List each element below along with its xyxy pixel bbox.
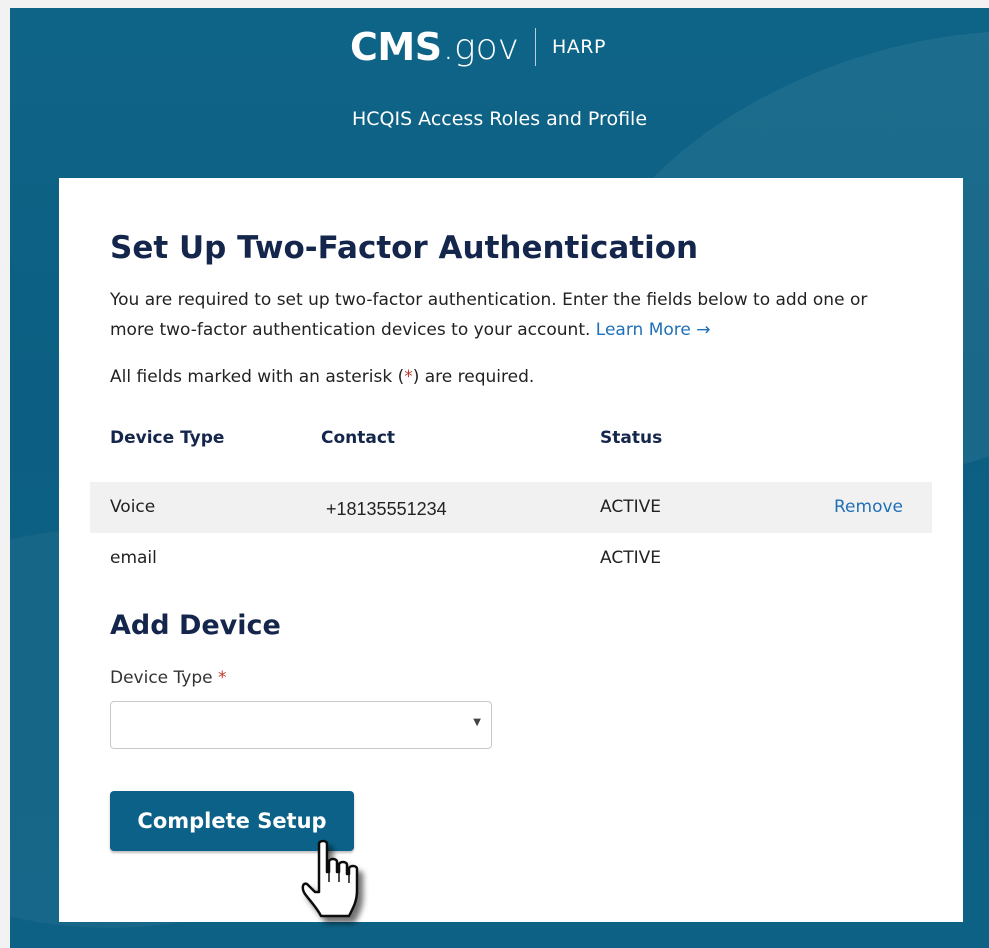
intro-body: You are required to set up two-factor au…	[110, 290, 868, 340]
cms-harp-logo: CMS .gov HARP	[350, 22, 606, 72]
logo-divider	[534, 28, 536, 66]
arrow-right-icon: →	[696, 320, 711, 340]
column-header-status: Status	[600, 428, 663, 448]
required-note-prefix: All fields marked with an asterisk (	[110, 367, 405, 387]
logo-harp: HARP	[551, 36, 606, 58]
cell-device-type: email	[110, 548, 157, 568]
learn-more-label: Learn More	[595, 320, 691, 340]
add-device-heading: Add Device	[110, 610, 281, 641]
device-type-select[interactable]: ▼	[110, 701, 492, 749]
device-type-label-text: Device Type	[110, 668, 213, 688]
remove-device-link[interactable]: Remove	[834, 497, 903, 517]
caret-down-icon: ▼	[473, 717, 481, 728]
required-fields-note: All fields marked with an asterisk (*) a…	[110, 367, 534, 387]
required-note-suffix: ) are required.	[412, 367, 535, 387]
page-header-background: CMS .gov HARP HCQIS Access Roles and Pro…	[10, 8, 989, 948]
column-header-device-type: Device Type	[110, 428, 225, 448]
required-asterisk: *	[404, 367, 413, 387]
cell-status: ACTIVE	[600, 548, 661, 568]
table-row: email ACTIVE	[90, 533, 932, 584]
intro-text: You are required to set up two-factor au…	[110, 285, 900, 345]
cell-device-type: Voice	[110, 497, 156, 517]
logo-cms: CMS	[350, 25, 442, 69]
learn-more-link[interactable]: Learn More →	[596, 320, 711, 340]
cell-contact: +18135551234	[326, 499, 447, 519]
cell-status: ACTIVE	[600, 497, 661, 517]
required-asterisk: *	[218, 668, 227, 688]
hand-pointer-icon	[301, 839, 359, 918]
device-type-label: Device Type *	[110, 668, 227, 688]
column-header-contact: Contact	[321, 428, 396, 448]
table-row: Voice +18135551234 ACTIVE Remove	[90, 482, 932, 533]
setup-card: Set Up Two-Factor Authentication You are…	[59, 178, 963, 922]
site-subtitle: HCQIS Access Roles and Profile	[351, 108, 648, 130]
logo-gov: .gov	[442, 26, 519, 68]
page-title: Set Up Two-Factor Authentication	[110, 230, 699, 266]
